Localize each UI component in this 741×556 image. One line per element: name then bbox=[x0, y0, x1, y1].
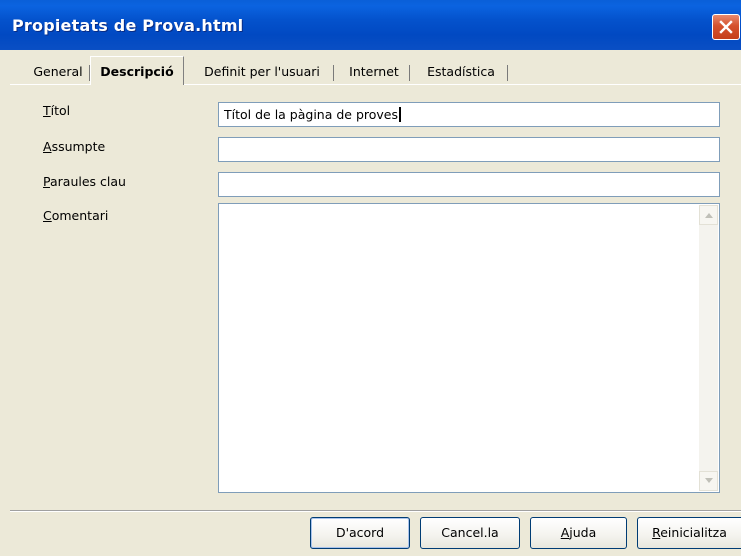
reset-button[interactable]: Reinicialitza bbox=[637, 517, 741, 549]
arrow-up-icon bbox=[705, 213, 713, 218]
separator-highlight bbox=[10, 511, 741, 512]
close-icon bbox=[719, 20, 733, 34]
tab-general[interactable]: General bbox=[26, 61, 90, 84]
tab-definit-per-usuari[interactable]: Definit per l'usuari bbox=[190, 61, 334, 84]
scroll-down-button[interactable] bbox=[699, 471, 718, 491]
vertical-scrollbar[interactable] bbox=[699, 205, 718, 491]
tab-label: Descripció bbox=[100, 64, 174, 79]
tab-internet[interactable]: Internet bbox=[338, 61, 410, 84]
text-caret bbox=[399, 107, 402, 122]
tab-label: General bbox=[33, 64, 83, 79]
tab-strip: General Descripció Definit per l'usuari … bbox=[0, 52, 741, 85]
comment-label: Comentari bbox=[43, 208, 109, 223]
tab-label: Definit per l'usuari bbox=[204, 64, 320, 79]
window-title: Propietats de Prova.html bbox=[12, 16, 244, 35]
title-bar: Propietats de Prova.html bbox=[0, 0, 741, 50]
subject-label: Assumpte bbox=[43, 139, 106, 154]
scroll-up-button[interactable] bbox=[699, 205, 718, 225]
tab-label: Estadística bbox=[427, 64, 495, 79]
tab-label: Internet bbox=[349, 64, 399, 79]
close-button[interactable] bbox=[712, 14, 740, 40]
title-field-value: Títol de la pàgina de proves bbox=[224, 107, 399, 122]
arrow-down-icon bbox=[705, 478, 713, 483]
tab-estadistica[interactable]: Estadística bbox=[414, 61, 508, 84]
tab-descripcio[interactable]: Descripció bbox=[90, 56, 184, 85]
help-button[interactable]: Ajuda bbox=[530, 517, 627, 549]
comment-textarea[interactable] bbox=[218, 203, 720, 493]
keywords-label: Paraules clau bbox=[43, 174, 126, 189]
subject-field[interactable] bbox=[218, 137, 720, 162]
cancel-button[interactable]: Cancel.la bbox=[420, 517, 520, 549]
tab-border-right bbox=[184, 84, 741, 85]
tab-border-left bbox=[10, 84, 90, 85]
ok-button[interactable]: D'acord bbox=[310, 517, 410, 549]
title-field[interactable]: Títol de la pàgina de proves bbox=[218, 102, 720, 127]
keywords-field[interactable] bbox=[218, 172, 720, 197]
title-label: Títol bbox=[43, 103, 71, 118]
